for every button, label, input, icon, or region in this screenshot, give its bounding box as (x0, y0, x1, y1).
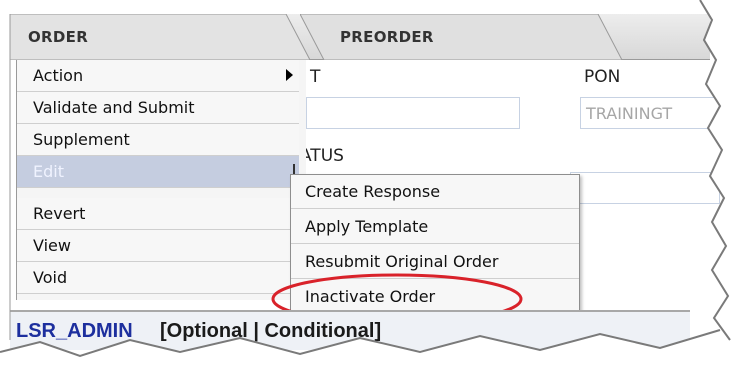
submenu-arrow-icon (286, 69, 293, 81)
section-name: LSR_ADMIN (16, 320, 133, 342)
menu-item-action[interactable]: Action (17, 60, 299, 92)
submenu-item-inactivate-order[interactable]: Inactivate Order (291, 280, 579, 314)
submenu-item-resubmit-label: Resubmit Original Order (305, 252, 499, 271)
screenshot-frame: ORDER PREORDER T PON TRAININGT ATUS Acti… (0, 0, 734, 384)
submenu-item-apply-template-label: Apply Template (305, 217, 429, 236)
menu-item-action-label: Action (33, 66, 84, 85)
tab-bar: ORDER PREORDER (10, 14, 710, 60)
submenu-item-create-response-label: Create Response (305, 182, 441, 201)
tab-order-label: ORDER (28, 28, 89, 46)
submenu-item-resubmit-original-order[interactable]: Resubmit Original Order (291, 245, 579, 279)
menu-item-view[interactable]: View (17, 230, 299, 262)
menu-item-void-label: Void (33, 268, 68, 287)
submenu-item-create-response[interactable]: Create Response (291, 175, 579, 209)
pon-label: PON (584, 67, 621, 87)
tab-preorder[interactable]: PREORDER (300, 14, 630, 60)
menu-item-supplement[interactable]: Supplement (17, 124, 299, 156)
menu-item-validate-label: Validate and Submit (33, 98, 195, 117)
menu-item-supplement-label: Supplement (33, 130, 130, 149)
section-header: LSR_ADMIN [Optional | Conditional] (10, 310, 690, 350)
pon-value: TRAININGT (586, 104, 673, 123)
menu-item-view-label: View (33, 236, 71, 255)
order-action-menu: Action Validate and Submit Supplement Ed… (16, 60, 306, 300)
submenu-item-inactivate-label: Inactivate Order (305, 287, 436, 306)
menu-item-revert-label: Revert (33, 204, 86, 223)
field-input-partial[interactable] (306, 97, 520, 129)
menu-item-void[interactable]: Void (17, 262, 299, 294)
submenu-item-apply-template[interactable]: Apply Template (291, 210, 579, 244)
status-label-partial: ATUS (300, 146, 344, 166)
menu-item-revert[interactable]: Revert (17, 198, 299, 230)
field-label-partial: T (310, 67, 321, 87)
menu-item-validate-and-submit[interactable]: Validate and Submit (17, 92, 299, 124)
section-options: [Optional | Conditional] (160, 320, 382, 342)
status-field-partial[interactable] (570, 172, 720, 204)
tab-preorder-label: PREORDER (340, 28, 434, 46)
menu-item-edit-label: Edit (33, 162, 64, 181)
menu-item-edit[interactable]: Edit (17, 156, 299, 188)
tab-order[interactable]: ORDER (10, 14, 310, 60)
edit-submenu: Create Response Apply Template Resubmit … (290, 174, 580, 316)
